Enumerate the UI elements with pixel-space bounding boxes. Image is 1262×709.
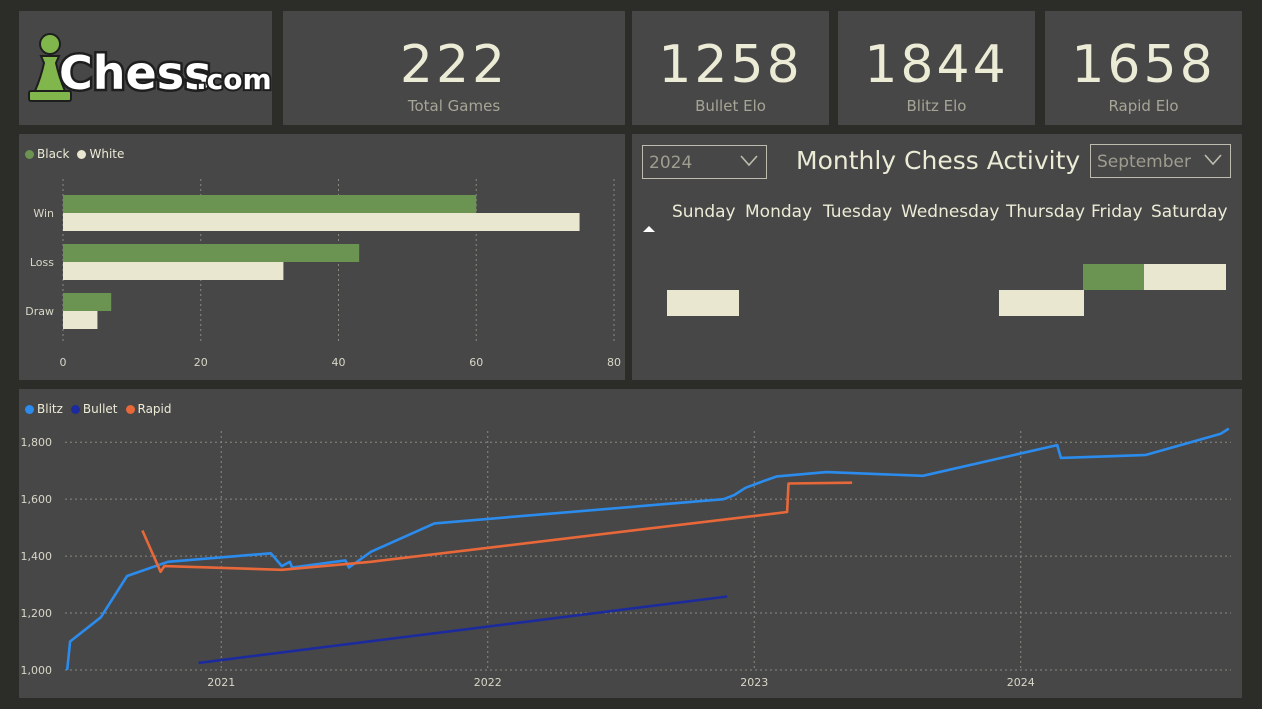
sort-up-icon[interactable] [642, 224, 656, 234]
x-tick-label: 80 [607, 356, 621, 369]
activity-cell-thursday-white[interactable] [999, 290, 1084, 316]
year-select[interactable]: 2024 [642, 145, 767, 179]
series-line-rapid [141, 481, 853, 574]
rating-chart-panel: Blitz Bullet Rapid 1,000 1,200 1,400 1,600 1… [19, 389, 1242, 698]
activity-cell-sunday-white[interactable] [667, 290, 739, 316]
kpi-value: 222 [399, 35, 509, 95]
kpi-label: Total Games [407, 97, 501, 115]
y-tick-label: Win [33, 207, 54, 220]
y-tick-label: 1,600 [21, 493, 53, 506]
day-thursday: Thursday [1006, 202, 1086, 222]
series-line-bullet [198, 595, 728, 665]
day-saturday: Saturday [1151, 202, 1228, 222]
bar-white-win [63, 213, 580, 231]
x-tick-label: 2024 [1007, 676, 1035, 689]
x-tick-label: 40 [332, 356, 346, 369]
activity-cell-saturday-white[interactable] [1144, 264, 1226, 290]
bar-white-draw [63, 311, 98, 329]
logo-panel: Chess .com [19, 11, 274, 125]
kpi-label: Blitz Elo [906, 97, 967, 115]
day-monday: Monday [745, 202, 813, 222]
month-select[interactable]: September [1090, 144, 1231, 178]
y-tick-label: 1,800 [21, 436, 53, 449]
x-tick-label: 2021 [207, 676, 235, 689]
y-tick-label: 1,400 [21, 550, 53, 563]
activity-cell-friday-black[interactable] [1083, 264, 1144, 290]
weekday-header: Sunday Monday Tuesday Wednesday Thursday… [672, 202, 1231, 222]
x-tick-label: 0 [60, 356, 67, 369]
kpi-blitz-elo: 1844 Blitz Elo [838, 11, 1035, 125]
activity-panel: 2024 Monthly Chess Activity September Su… [632, 134, 1242, 380]
kpi-value: 1844 [864, 35, 1009, 95]
x-tick-label: 60 [469, 356, 483, 369]
x-tick-label: 2023 [740, 676, 768, 689]
y-tick-label: Draw [25, 305, 54, 318]
chevron-down-icon [740, 155, 758, 167]
y-tick-label: Loss [30, 256, 54, 269]
kpi-value: 1258 [658, 35, 803, 95]
day-tuesday: Tuesday [823, 202, 893, 222]
chess-logo: Chess .com [28, 33, 274, 103]
activity-title: Monthly Chess Activity [796, 146, 1081, 175]
kpi-value: 1658 [1071, 35, 1216, 95]
kpi-total-games: 222 Total Games [283, 11, 625, 125]
month-select-value: September [1097, 152, 1191, 172]
kpi-label: Rapid Elo [1108, 97, 1179, 115]
series-line-blitz [65, 427, 1230, 671]
bar-black-loss [63, 244, 360, 262]
y-tick-label: 1,000 [21, 664, 53, 677]
x-tick-label: 20 [194, 356, 208, 369]
x-tick-label: 2022 [474, 676, 502, 689]
kpi-bullet-elo: 1258 Bullet Elo [632, 11, 829, 125]
bar-white-loss [63, 262, 284, 280]
y-tick-label: 1,200 [21, 607, 53, 620]
logo-text: Chess [59, 46, 211, 100]
rating-line-chart: 1,000 1,200 1,400 1,600 1,800 2021 2022 2023 202… [21, 427, 1231, 689]
results-bar-chart: 0 20 40 60 80 Win Loss Draw [25, 179, 621, 369]
day-wednesday: Wednesday [901, 202, 1000, 222]
logo-suffix: .com [196, 63, 272, 96]
bar-black-win [63, 195, 477, 213]
kpi-rapid-elo: 1658 Rapid Elo [1045, 11, 1242, 125]
kpi-label: Bullet Elo [695, 97, 766, 115]
day-friday: Friday [1091, 202, 1143, 222]
day-sunday: Sunday [672, 202, 736, 222]
chevron-down-icon [1204, 154, 1222, 166]
results-chart-panel: Black White 0 20 40 60 80 Win Loss Draw [19, 134, 625, 380]
year-select-value: 2024 [649, 153, 693, 173]
bar-black-draw [63, 293, 112, 311]
